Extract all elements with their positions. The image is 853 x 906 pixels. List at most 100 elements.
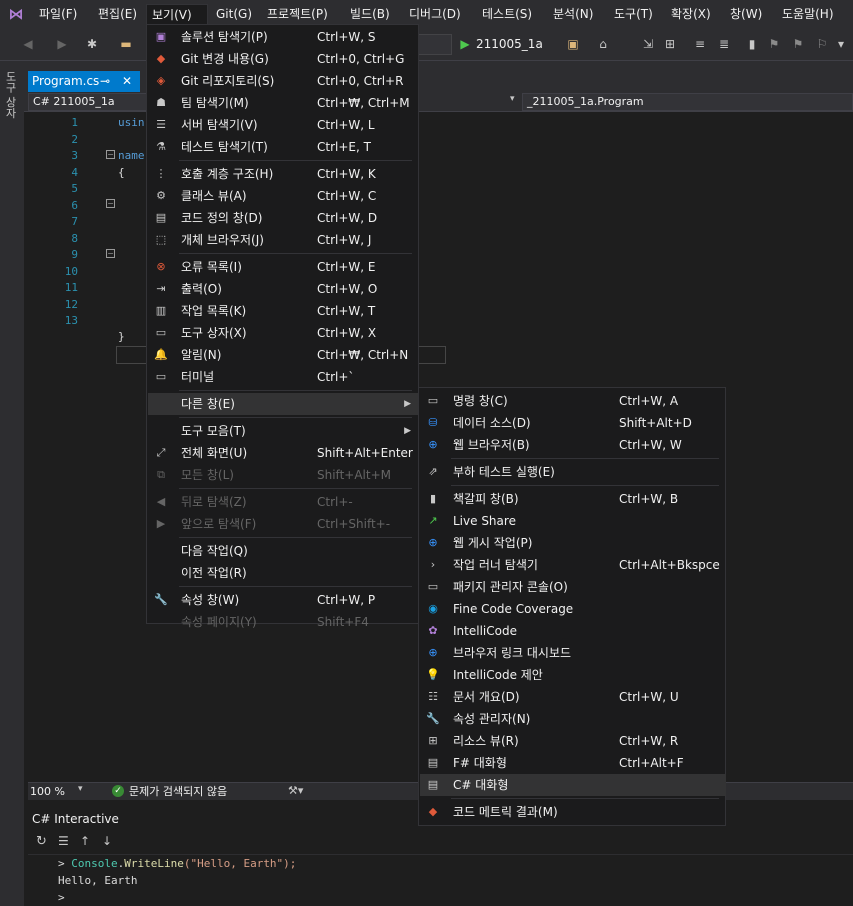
menu-help[interactable]: 도움말(H)	[777, 4, 839, 24]
start-button[interactable]: 211005_1a	[476, 36, 556, 52]
menu-item-web-publish[interactable]: ⊕ 웹 게시 작업(P)	[420, 532, 726, 554]
menu-item-label: 다른 창(E)	[181, 397, 235, 411]
menu-item-data-sources[interactable]: ⛁ 데이터 소스(D) Shift+Alt+D	[420, 412, 726, 434]
menu-item-load-test[interactable]: ⇗ 부하 테스트 실행(E)	[420, 461, 726, 483]
menu-item-all-windows[interactable]: ⧉ 모든 창(L) Shift+Alt+M	[148, 464, 419, 486]
menu-view[interactable]: 보기(V)	[146, 4, 208, 24]
menu-item-item-22[interactable]: 다음 작업(Q)	[148, 540, 419, 562]
close-icon[interactable]: ✕	[122, 71, 132, 92]
menu-item-web-browser[interactable]: ⊕ 웹 브라우저(B) Ctrl+W, W	[420, 434, 726, 456]
menu-item-server-explorer[interactable]: ☰ 서버 탐색기(V) Ctrl+W, L	[148, 114, 419, 136]
menu-item-task-list[interactable]: ▥ 작업 목록(K) Ctrl+W, T	[148, 300, 419, 322]
menu-item-class-view[interactable]: ⚙ 클래스 뷰(A) Ctrl+W, C	[148, 185, 419, 207]
project-dropdown[interactable]: C# 211005_1a	[28, 93, 148, 111]
menu-item-wrench[interactable]: 🔧 속성 창(W) Ctrl+W, P	[148, 589, 419, 611]
menu-item-output[interactable]: ⇥ 출력(O) Ctrl+W, O	[148, 278, 419, 300]
comment-icon[interactable]: ≡	[692, 36, 708, 52]
menu-git[interactable]: Git(G)	[211, 4, 257, 24]
console-prompt[interactable]: >	[58, 891, 65, 904]
menu-item-git-changes[interactable]: ◆ Git 변경 내용(G) Ctrl+0, Ctrl+G	[148, 48, 419, 70]
clear-bookmark-icon[interactable]: ⚐	[814, 36, 830, 52]
history-up-icon[interactable]: ↑	[80, 834, 90, 848]
toolbar-overflow-icon[interactable]: ▾	[834, 36, 848, 52]
menu-item-error-list[interactable]: ⊗ 오류 목록(I) Ctrl+W, E	[148, 256, 419, 278]
menu-edit[interactable]: 편집(E)	[93, 4, 142, 24]
menu-tools[interactable]: 도구(T)	[609, 4, 658, 24]
menu-item-back[interactable]: ◀ 뒤로 탐색(Z) Ctrl+-	[148, 491, 419, 513]
code-cleanup-icon[interactable]: ⚒▾	[288, 784, 303, 797]
menu-item-resource-view[interactable]: ⊞ 리소스 뷰(R) Ctrl+W, R	[420, 730, 726, 752]
menu-item-call-hierarchy[interactable]: ⋮ 호출 계층 구조(H) Ctrl+W, K	[148, 163, 419, 185]
menu-project[interactable]: 프로젝트(P)	[262, 4, 333, 24]
prev-bookmark-icon[interactable]: ⚑	[766, 36, 782, 52]
issues-status[interactable]: 문제가 검색되지 않음	[129, 784, 227, 799]
intellicode-icon: ✿	[428, 624, 438, 637]
menu-item-bookmark-window[interactable]: ▮ 책갈피 창(B) Ctrl+W, B	[420, 488, 726, 510]
collapse-icon[interactable]: −	[106, 199, 115, 208]
menu-item-property-manager[interactable]: 🔧 속성 관리자(N)	[420, 708, 726, 730]
history-down-icon[interactable]: ↓	[102, 834, 112, 848]
menu-item-solution-explorer[interactable]: ▣ 솔루션 탐색기(P) Ctrl+W, S	[148, 26, 419, 48]
menu-item-live-share[interactable]: ↗ Live Share	[420, 510, 726, 532]
forward-nav-icon[interactable]: ▶	[54, 36, 70, 52]
menu-build[interactable]: 빌드(B)	[345, 4, 395, 24]
menu-item-intellicode[interactable]: ✿ IntelliCode	[420, 620, 726, 642]
pin-icon[interactable]: ⊸	[100, 71, 110, 92]
find-in-files-icon[interactable]: ▣	[565, 36, 581, 52]
menu-extensions[interactable]: 확장(X)	[666, 4, 716, 24]
menu-item-code-coverage[interactable]: ◉ Fine Code Coverage	[420, 598, 726, 620]
toolbox-side-tab[interactable]: 도구 상자	[4, 71, 18, 119]
menu-item-label: 서버 탐색기(V)	[181, 118, 258, 132]
chevron-down-icon[interactable]: ▾	[78, 784, 83, 794]
reset-icon[interactable]: ↻	[36, 834, 47, 849]
new-item-icon[interactable]: ✱	[84, 36, 100, 52]
menu-item-forward[interactable]: ▶ 앞으로 탐색(F) Ctrl+Shift+-	[148, 513, 419, 535]
back-nav-icon[interactable]: ◀	[20, 36, 36, 52]
menu-item-fullscreen[interactable]: ⤢ 전체 화면(U) Shift+Alt+Enter	[148, 442, 419, 464]
tab-program-cs[interactable]: Program.cs ⊸ ✕	[28, 71, 140, 92]
step-icon[interactable]: ⇲	[640, 36, 656, 52]
menu-item-task-runner[interactable]: › 작업 러너 탐색기 Ctrl+Alt+Bkspce	[420, 554, 726, 576]
start-icon[interactable]: ▶	[458, 36, 472, 52]
menu-item-code-definition[interactable]: ▤ 코드 정의 창(D) Ctrl+W, D	[148, 207, 419, 229]
menu-item-browser-link[interactable]: ⊕ 브라우저 링크 대시보드	[420, 642, 726, 664]
menu-item-team-explorer[interactable]: ☗ 팀 탐색기(M) Ctrl+₩, Ctrl+M	[148, 92, 419, 114]
menu-item-lightbulb[interactable]: 💡 IntelliCode 제안	[420, 664, 726, 686]
uncomment-icon[interactable]: ≣	[716, 36, 732, 52]
menu-item-item-16[interactable]: 다른 창(E) ▶	[148, 393, 419, 415]
menu-item-fsharp-interactive[interactable]: ▤ F# 대화형 Ctrl+Alt+F	[420, 752, 726, 774]
clear-icon[interactable]: ☰	[58, 834, 69, 848]
menu-item-document-outline[interactable]: ☷ 문서 개요(D) Ctrl+W, U	[420, 686, 726, 708]
home-icon[interactable]: ⌂	[595, 36, 611, 52]
menu-window[interactable]: 창(W)	[725, 4, 767, 24]
platform-dropdown[interactable]	[418, 34, 452, 55]
chevron-down-icon[interactable]: ▾	[510, 94, 515, 104]
breakpoint-icon[interactable]: ⊞	[662, 36, 678, 52]
menu-item-command-window[interactable]: ▭ 명령 창(C) Ctrl+W, A	[420, 390, 726, 412]
menu-item-test-explorer[interactable]: ⚗ 테스트 탐색기(T) Ctrl+E, T	[148, 136, 419, 158]
menu-separator	[179, 488, 412, 489]
interactive-console[interactable]: > Console.WriteLine("Hello, Earth"); Hel…	[28, 854, 853, 906]
open-folder-icon[interactable]: ▬	[118, 36, 134, 52]
menu-item-csharp-interactive[interactable]: ▤ C# 대화형	[420, 774, 726, 796]
menu-item-item-25[interactable]: 속성 페이지(Y) Shift+F4	[148, 611, 419, 633]
next-bookmark-icon[interactable]: ⚑	[790, 36, 806, 52]
collapse-icon[interactable]: −	[106, 249, 115, 258]
menu-debug[interactable]: 디버그(D)	[404, 4, 466, 24]
menu-item-toolbox[interactable]: ▭ 도구 상자(X) Ctrl+W, X	[148, 322, 419, 344]
menu-file[interactable]: 파일(F)	[34, 4, 82, 24]
class-dropdown[interactable]: _211005_1a.Program	[522, 93, 853, 111]
collapse-icon[interactable]: −	[106, 150, 115, 159]
menu-item-terminal[interactable]: ▭ 터미널 Ctrl+`	[148, 366, 419, 388]
menu-test[interactable]: 테스트(S)	[477, 4, 537, 24]
menu-item-git-repository[interactable]: ◈ Git 리포지토리(S) Ctrl+0, Ctrl+R	[148, 70, 419, 92]
menu-analyze[interactable]: 분석(N)	[548, 4, 598, 24]
menu-item-bell[interactable]: 🔔 알림(N) Ctrl+₩, Ctrl+N	[148, 344, 419, 366]
menu-item-code-metrics[interactable]: ◆ 코드 메트릭 결과(M)	[420, 801, 726, 823]
menu-item-item-23[interactable]: 이전 작업(R)	[148, 562, 419, 584]
bookmark-icon[interactable]: ▮	[744, 36, 760, 52]
menu-item-label: 앞으로 탐색(F)	[181, 517, 257, 531]
menu-item-object-browser[interactable]: ⬚ 개체 브라우저(J) Ctrl+W, J	[148, 229, 419, 251]
menu-item-item-17[interactable]: 도구 모음(T) ▶	[148, 420, 419, 442]
menu-item-package-console[interactable]: ▭ 패키지 관리자 콘솔(O)	[420, 576, 726, 598]
